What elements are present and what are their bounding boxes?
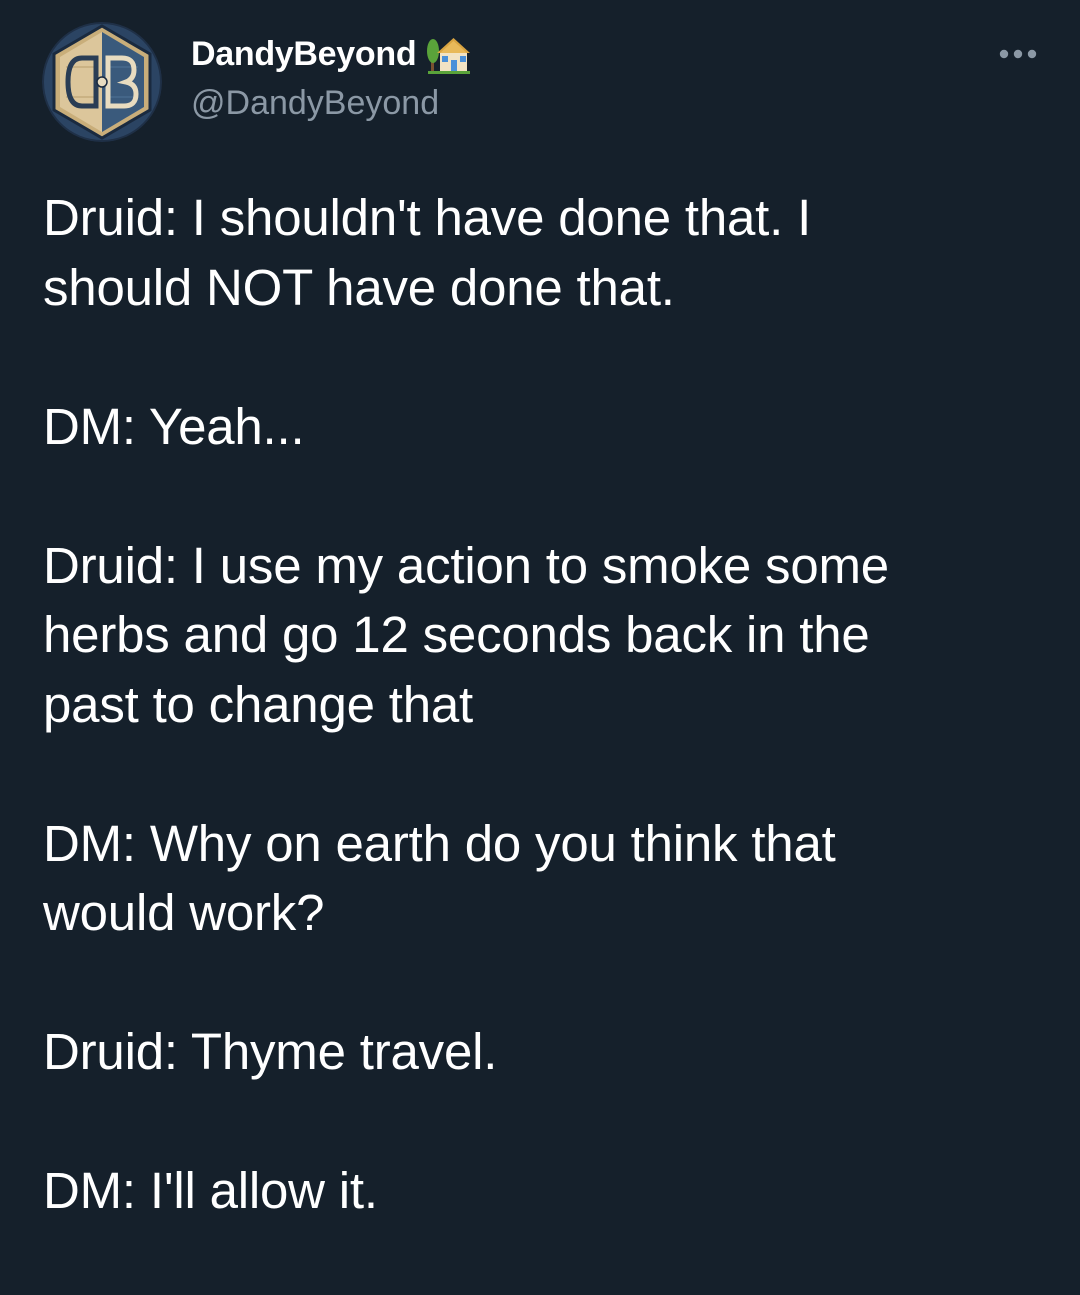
tweet-paragraph: Druid: I shouldn't have done that. I sho… xyxy=(43,189,812,316)
author-name-link[interactable]: DandyBeyond xyxy=(191,33,417,75)
tweet-paragraph: DM: I'll allow it. xyxy=(43,1162,378,1219)
tweet-paragraph: DM: Why on earth do you think that would… xyxy=(43,814,836,942)
db-logo-icon xyxy=(42,22,162,142)
tweet-paragraph: Druid: Thyme travel. xyxy=(43,1023,498,1080)
more-options-icon xyxy=(999,49,1037,59)
tweet-paragraph: Druid: I use my action to smoke some her… xyxy=(43,536,889,733)
tweet: DandyBeyond @DandyBeyond Druid: I should… xyxy=(0,0,1080,1295)
author-display-name: DandyBeyond xyxy=(191,33,472,75)
more-options-button[interactable] xyxy=(992,36,1044,72)
tweet-paragraph: DM: Yeah... xyxy=(43,397,305,455)
avatar[interactable] xyxy=(42,22,162,142)
author-handle[interactable]: @DandyBeyond xyxy=(191,82,439,124)
house-with-garden-icon xyxy=(426,33,472,75)
tweet-text: Druid: I shouldn't have done that. I sho… xyxy=(43,183,1053,1226)
